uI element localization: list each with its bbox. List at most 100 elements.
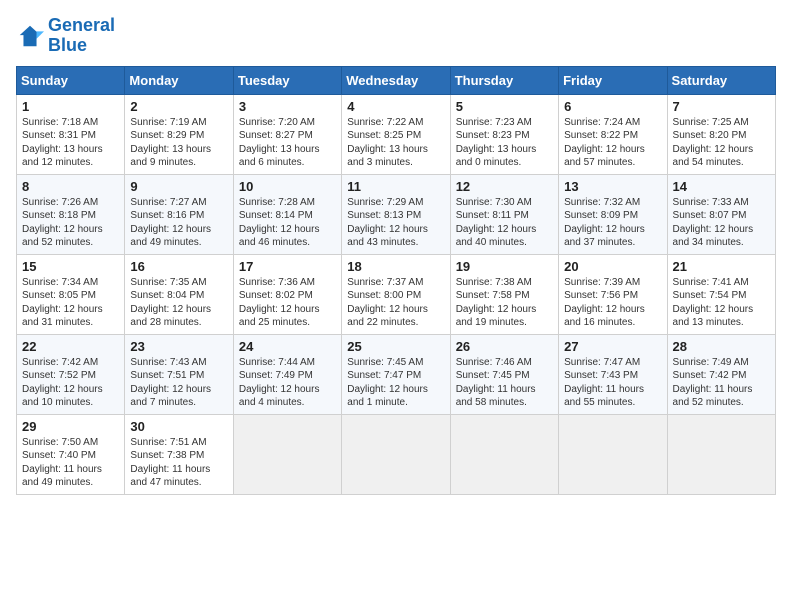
calendar-cell: 17 Sunrise: 7:36 AM Sunset: 8:02 PM Dayli…	[233, 254, 341, 334]
calendar-cell: 18Sunrise: 7:37 AM Sunset: 8:00 PM Dayli…	[342, 254, 450, 334]
day-info: Sunrise: 7:32 AM Sunset: 8:09 PM Dayligh…	[564, 196, 661, 250]
day-info: Sunrise: 7:27 AM Sunset: 8:16 PM Dayligh…	[130, 196, 227, 250]
calendar-week-row: 15Sunrise: 7:34 AM Sunset: 8:05 PM Dayli…	[17, 254, 776, 334]
day-info: Sunrise: 7:51 AM Sunset: 7:38 PM Dayligh…	[130, 436, 227, 490]
calendar-cell: 11 Sunrise: 7:29 AM Sunset: 8:13 PM Dayli…	[342, 174, 450, 254]
day-number: 4	[347, 99, 444, 114]
day-info: Sunrise: 7:34 AM Sunset: 8:05 PM Dayligh…	[22, 276, 119, 330]
day-info: Sunrise: 7:35 AM Sunset: 8:04 PM Dayligh…	[130, 276, 227, 330]
day-info: Sunrise: 7:36 AM Sunset: 8:02 PM Dayligh…	[239, 276, 336, 330]
day-number: 25	[347, 339, 444, 354]
column-header-thursday: Thursday	[450, 66, 558, 94]
day-info: Sunrise: 7:46 AM Sunset: 7:45 PM Dayligh…	[456, 356, 553, 410]
day-info: Sunrise: 7:44 AM Sunset: 7:49 PM Dayligh…	[239, 356, 336, 410]
day-number: 26	[456, 339, 553, 354]
column-header-tuesday: Tuesday	[233, 66, 341, 94]
calendar-cell: 2 Sunrise: 7:19 AM Sunset: 8:29 PM Daylig…	[125, 94, 233, 174]
calendar-cell: 15Sunrise: 7:34 AM Sunset: 8:05 PM Dayli…	[17, 254, 125, 334]
logo-text: General Blue	[48, 16, 115, 56]
day-number: 3	[239, 99, 336, 114]
day-info: Sunrise: 7:26 AM Sunset: 8:18 PM Dayligh…	[22, 196, 119, 250]
calendar-cell: 20Sunrise: 7:39 AM Sunset: 7:56 PM Dayli…	[559, 254, 667, 334]
day-info: Sunrise: 7:18 AM Sunset: 8:31 PM Dayligh…	[22, 116, 119, 170]
calendar-cell	[450, 414, 558, 494]
calendar-cell	[667, 414, 775, 494]
day-info: Sunrise: 7:33 AM Sunset: 8:07 PM Dayligh…	[673, 196, 770, 250]
calendar-cell: 5 Sunrise: 7:23 AM Sunset: 8:23 PM Daylig…	[450, 94, 558, 174]
calendar-cell: 29 Sunrise: 7:50 AM Sunset: 7:40 PM Dayli…	[17, 414, 125, 494]
day-info: Sunrise: 7:25 AM Sunset: 8:20 PM Dayligh…	[673, 116, 770, 170]
day-number: 7	[673, 99, 770, 114]
day-number: 2	[130, 99, 227, 114]
day-number: 13	[564, 179, 661, 194]
day-number: 1	[22, 99, 119, 114]
day-info: Sunrise: 7:24 AM Sunset: 8:22 PM Dayligh…	[564, 116, 661, 170]
day-number: 20	[564, 259, 661, 274]
calendar-cell: 9 Sunrise: 7:27 AM Sunset: 8:16 PM Daylig…	[125, 174, 233, 254]
calendar-cell: 16 Sunrise: 7:35 AM Sunset: 8:04 PM Dayli…	[125, 254, 233, 334]
day-number: 19	[456, 259, 553, 274]
day-number: 29	[22, 419, 119, 434]
day-number: 23	[130, 339, 227, 354]
calendar-week-row: 22Sunrise: 7:42 AM Sunset: 7:52 PM Dayli…	[17, 334, 776, 414]
day-info: Sunrise: 7:20 AM Sunset: 8:27 PM Dayligh…	[239, 116, 336, 170]
logo: General Blue	[16, 16, 115, 56]
day-number: 5	[456, 99, 553, 114]
calendar-cell: 10Sunrise: 7:28 AM Sunset: 8:14 PM Dayli…	[233, 174, 341, 254]
day-info: Sunrise: 7:47 AM Sunset: 7:43 PM Dayligh…	[564, 356, 661, 410]
calendar-cell: 27Sunrise: 7:47 AM Sunset: 7:43 PM Dayli…	[559, 334, 667, 414]
day-info: Sunrise: 7:41 AM Sunset: 7:54 PM Dayligh…	[673, 276, 770, 330]
column-header-friday: Friday	[559, 66, 667, 94]
calendar-cell: 4Sunrise: 7:22 AM Sunset: 8:25 PM Daylig…	[342, 94, 450, 174]
calendar-cell: 21 Sunrise: 7:41 AM Sunset: 7:54 PM Dayli…	[667, 254, 775, 334]
day-number: 8	[22, 179, 119, 194]
day-info: Sunrise: 7:50 AM Sunset: 7:40 PM Dayligh…	[22, 436, 119, 490]
day-number: 16	[130, 259, 227, 274]
day-number: 18	[347, 259, 444, 274]
day-number: 17	[239, 259, 336, 274]
day-number: 11	[347, 179, 444, 194]
day-info: Sunrise: 7:45 AM Sunset: 7:47 PM Dayligh…	[347, 356, 444, 410]
calendar-cell: 7 Sunrise: 7:25 AM Sunset: 8:20 PM Daylig…	[667, 94, 775, 174]
calendar-cell: 13 Sunrise: 7:32 AM Sunset: 8:09 PM Dayli…	[559, 174, 667, 254]
day-number: 30	[130, 419, 227, 434]
column-header-saturday: Saturday	[667, 66, 775, 94]
calendar-cell: 14 Sunrise: 7:33 AM Sunset: 8:07 PM Dayli…	[667, 174, 775, 254]
column-header-monday: Monday	[125, 66, 233, 94]
calendar-cell: 22Sunrise: 7:42 AM Sunset: 7:52 PM Dayli…	[17, 334, 125, 414]
calendar-cell	[233, 414, 341, 494]
day-info: Sunrise: 7:43 AM Sunset: 7:51 PM Dayligh…	[130, 356, 227, 410]
day-info: Sunrise: 7:23 AM Sunset: 8:23 PM Dayligh…	[456, 116, 553, 170]
page-header: General Blue	[16, 16, 776, 56]
calendar-table: SundayMondayTuesdayWednesdayThursdayFrid…	[16, 66, 776, 495]
calendar-cell: 1 Sunrise: 7:18 AM Sunset: 8:31 PM Daylig…	[17, 94, 125, 174]
day-number: 22	[22, 339, 119, 354]
day-info: Sunrise: 7:28 AM Sunset: 8:14 PM Dayligh…	[239, 196, 336, 250]
calendar-cell: 3 Sunrise: 7:20 AM Sunset: 8:27 PM Daylig…	[233, 94, 341, 174]
calendar-header-row: SundayMondayTuesdayWednesdayThursdayFrid…	[17, 66, 776, 94]
day-number: 9	[130, 179, 227, 194]
day-info: Sunrise: 7:38 AM Sunset: 7:58 PM Dayligh…	[456, 276, 553, 330]
calendar-cell: 25 Sunrise: 7:45 AM Sunset: 7:47 PM Dayli…	[342, 334, 450, 414]
calendar-cell: 6 Sunrise: 7:24 AM Sunset: 8:22 PM Daylig…	[559, 94, 667, 174]
day-number: 28	[673, 339, 770, 354]
calendar-cell	[559, 414, 667, 494]
day-number: 6	[564, 99, 661, 114]
day-number: 24	[239, 339, 336, 354]
day-info: Sunrise: 7:49 AM Sunset: 7:42 PM Dayligh…	[673, 356, 770, 410]
calendar-cell: 26 Sunrise: 7:46 AM Sunset: 7:45 PM Dayli…	[450, 334, 558, 414]
day-info: Sunrise: 7:29 AM Sunset: 8:13 PM Dayligh…	[347, 196, 444, 250]
calendar-week-row: 29 Sunrise: 7:50 AM Sunset: 7:40 PM Dayli…	[17, 414, 776, 494]
calendar-cell: 19 Sunrise: 7:38 AM Sunset: 7:58 PM Dayli…	[450, 254, 558, 334]
column-header-wednesday: Wednesday	[342, 66, 450, 94]
day-info: Sunrise: 7:30 AM Sunset: 8:11 PM Dayligh…	[456, 196, 553, 250]
column-header-sunday: Sunday	[17, 66, 125, 94]
day-number: 21	[673, 259, 770, 274]
day-number: 14	[673, 179, 770, 194]
day-number: 12	[456, 179, 553, 194]
calendar-cell: 12 Sunrise: 7:30 AM Sunset: 8:11 PM Dayli…	[450, 174, 558, 254]
calendar-week-row: 8 Sunrise: 7:26 AM Sunset: 8:18 PM Daylig…	[17, 174, 776, 254]
logo-icon	[16, 22, 44, 50]
calendar-cell: 28 Sunrise: 7:49 AM Sunset: 7:42 PM Dayli…	[667, 334, 775, 414]
day-info: Sunrise: 7:19 AM Sunset: 8:29 PM Dayligh…	[130, 116, 227, 170]
